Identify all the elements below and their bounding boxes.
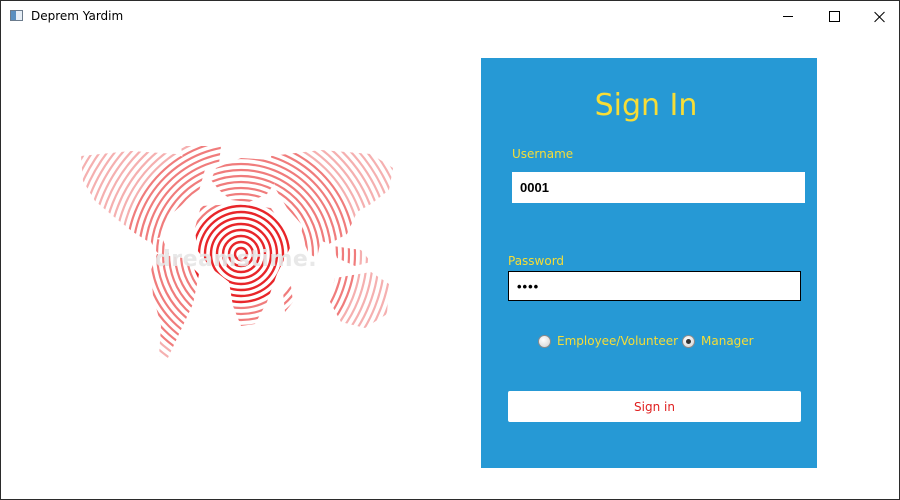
close-icon	[874, 11, 886, 23]
role-label-manager: Manager	[701, 334, 754, 348]
close-button[interactable]	[857, 1, 899, 32]
radio-button-checked-icon[interactable]	[682, 334, 695, 348]
app-window-icon	[10, 10, 23, 21]
app-window: Deprem Yardim dreamstime. Sign In Userna…	[0, 0, 900, 500]
title-bar: Deprem Yardim	[1, 1, 899, 32]
window-title: Deprem Yardim	[31, 9, 124, 23]
username-label: Username	[512, 147, 574, 161]
radio-button-icon[interactable]	[538, 334, 551, 348]
sign-in-panel: Sign In Username Password Employee/Volun…	[481, 58, 817, 468]
minimize-icon	[783, 16, 793, 17]
map-watermark: dreamstime.	[155, 247, 318, 272]
sign-in-button[interactable]: Sign in	[508, 391, 801, 422]
maximize-icon	[828, 11, 840, 22]
role-option-manager[interactable]: Manager	[682, 334, 754, 348]
maximize-button[interactable]	[811, 1, 857, 32]
sign-in-title: Sign In	[594, 88, 698, 123]
username-input[interactable]	[512, 172, 805, 203]
role-option-employee-volunteer[interactable]: Employee/Volunteer	[538, 334, 678, 348]
role-label-employee-volunteer: Employee/Volunteer	[557, 334, 679, 348]
password-input[interactable]	[508, 271, 801, 301]
password-label: Password	[508, 254, 565, 268]
minimize-button[interactable]	[765, 1, 811, 32]
